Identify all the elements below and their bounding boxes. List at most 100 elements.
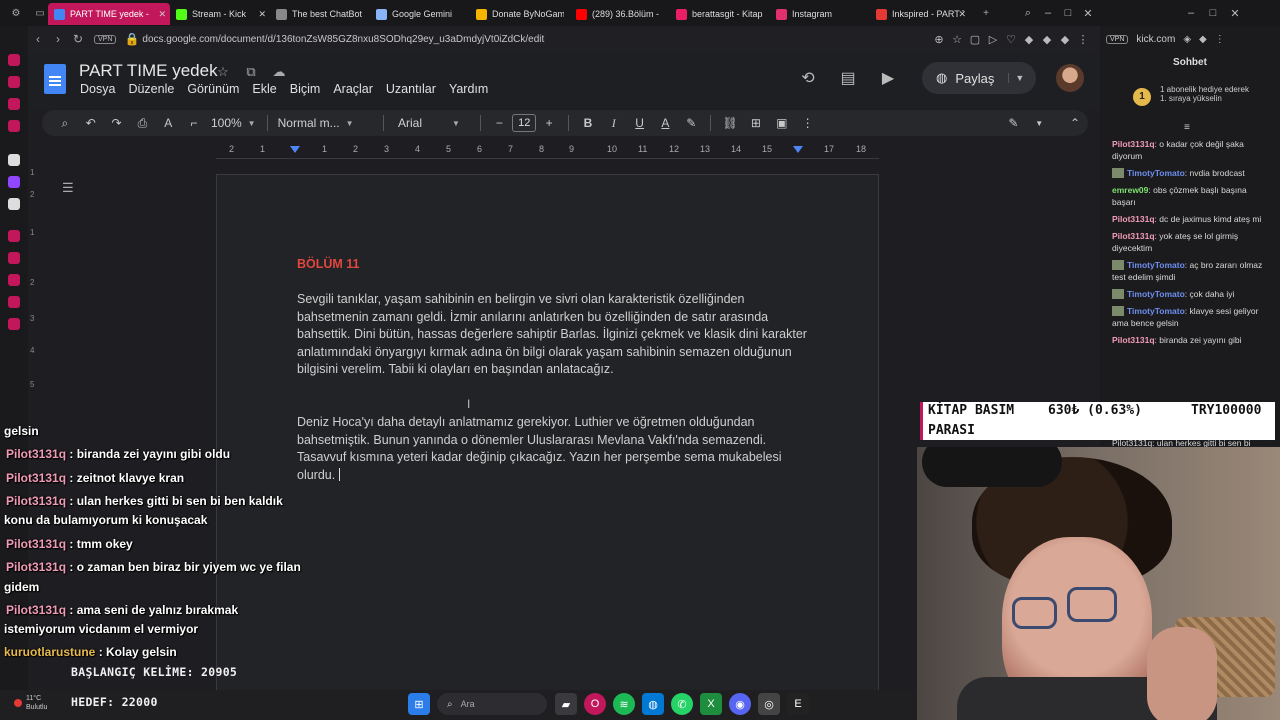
menu-tools[interactable]: Araçlar (333, 82, 373, 96)
extension-icon[interactable]: ◆ (1038, 33, 1056, 46)
avatar[interactable] (1056, 64, 1084, 92)
chat-username[interactable]: Pilot3131q (1112, 214, 1155, 224)
meet-icon[interactable]: ▶ (868, 68, 908, 88)
zoom-icon[interactable]: ⊕ (930, 33, 948, 46)
minimize-icon[interactable]: – (1038, 7, 1058, 19)
spotify-icon[interactable]: ≋ (613, 693, 635, 715)
close-window-icon[interactable]: ✕ (1224, 7, 1246, 20)
chat-username[interactable]: TimotyTomato (1127, 260, 1185, 270)
history-icon[interactable]: ⟲ (788, 68, 828, 88)
docs-logo-icon[interactable] (44, 64, 66, 94)
extension-icon[interactable]: ◆ (1056, 33, 1074, 46)
tab-donate[interactable]: Donate ByNoGam (470, 3, 570, 25)
highlight-icon[interactable]: ✎ (678, 116, 704, 130)
heart-icon[interactable]: ♡ (1002, 33, 1020, 46)
pin-icon[interactable]: ≡ (1184, 122, 1190, 133)
whatsapp-icon[interactable]: ✆ (671, 693, 693, 715)
extension-icon[interactable]: ◆ (1199, 34, 1207, 45)
tab-instagram[interactable]: Instagram (770, 3, 870, 25)
sidebar-app-icon[interactable] (8, 76, 20, 88)
reload-icon[interactable]: ↻ (68, 32, 88, 46)
minimize-icon[interactable]: – (1180, 7, 1202, 19)
chat-username[interactable]: Pilot3131q (1112, 231, 1155, 241)
chevron-down-icon[interactable]: ▼ (1026, 119, 1052, 128)
menu-edit[interactable]: Düzenle (128, 82, 174, 96)
style-select[interactable]: Normal m... ▼ (278, 116, 377, 130)
tab-gemini[interactable]: Google Gemini (370, 3, 470, 25)
document-title[interactable]: PART TIME yedek (79, 61, 218, 81)
zoom-select[interactable]: 100% ▼ (211, 116, 261, 130)
edit-mode-icon[interactable]: ✎ (1000, 116, 1026, 130)
link-icon[interactable]: ⛓ (717, 116, 743, 130)
sidebar-app-icon[interactable] (8, 98, 20, 110)
menu-extensions[interactable]: Uzantılar (386, 82, 436, 96)
chat-username[interactable]: emrew09 (1112, 185, 1148, 195)
menu-help[interactable]: Yardım (449, 82, 488, 96)
maximize-icon[interactable]: □ (1202, 7, 1224, 19)
close-icon[interactable]: ✕ (258, 9, 266, 20)
excel-icon[interactable]: X (700, 693, 722, 715)
sidebar-toggle-icon[interactable]: ⚙ (8, 0, 24, 26)
weather-widget[interactable]: 11°C Bulutlu (14, 694, 47, 712)
new-tab-icon[interactable]: + (978, 0, 994, 26)
menu-file[interactable]: Dosya (80, 82, 115, 96)
redo-icon[interactable]: ↷ (104, 116, 130, 130)
chat-username[interactable]: Pilot3131q (1112, 335, 1155, 345)
close-icon[interactable]: ✕ (158, 9, 166, 20)
discord-icon[interactable]: ◉ (729, 693, 751, 715)
left-indent-marker[interactable] (290, 146, 300, 153)
vpn-badge[interactable]: VPN (94, 34, 117, 44)
chat-username[interactable]: TimotyTomato (1127, 168, 1185, 178)
underline-icon[interactable]: U (627, 116, 653, 130)
maximize-icon[interactable]: □ (1058, 7, 1078, 19)
document-outline-icon[interactable]: ☰ (62, 180, 74, 196)
chat-domain[interactable]: kick.com (1136, 34, 1175, 45)
tab-chatbot[interactable]: The best ChatBot (270, 3, 370, 25)
spellcheck-icon[interactable]: A (155, 116, 181, 130)
move-folder-icon[interactable]: ⧉ (241, 64, 261, 80)
sidebar-app-icon[interactable] (8, 154, 20, 166)
menu-insert[interactable]: Ekle (252, 82, 276, 96)
vpn-badge[interactable]: VPN (1106, 34, 1129, 44)
twitch-icon[interactable] (8, 176, 20, 188)
search-menus-icon[interactable]: ⌕ (52, 116, 78, 131)
collapse-icon[interactable]: ⌃ (1062, 116, 1088, 130)
tab-inkspired[interactable]: Inkspired - PART T ✕ (870, 3, 970, 25)
font-select[interactable]: Arial ▼ (398, 116, 474, 130)
chat-username[interactable]: Pilot3131q (1112, 139, 1155, 149)
undo-icon[interactable]: ↶ (78, 116, 104, 130)
tab-docs[interactable]: PART TIME yedek - Goog ✕ (48, 3, 170, 25)
sidebar-app-icon[interactable] (8, 54, 20, 66)
right-indent-marker[interactable] (793, 146, 803, 153)
add-comment-icon[interactable]: ⊞ (743, 116, 769, 130)
screenshot-icon[interactable]: ▢ (966, 33, 984, 46)
insert-image-icon[interactable]: ▣ (769, 116, 795, 130)
extension-icon[interactable]: ◆ (1020, 33, 1038, 46)
settings-icon[interactable] (8, 318, 20, 330)
paint-format-icon[interactable]: ⌐ (181, 116, 207, 130)
share-button[interactable]: ◍ Paylaş ▼ (922, 62, 1036, 94)
back-icon[interactable]: ‹ (28, 32, 48, 46)
font-size-input[interactable]: 12 (512, 114, 537, 132)
url-field[interactable]: docs.google.com/document/d/136tonZsW85GZ… (142, 34, 544, 45)
controller-icon[interactable]: ◍ (642, 693, 664, 715)
close-icon[interactable]: ✕ (958, 9, 966, 20)
menu-icon[interactable]: ⋮ (1215, 34, 1225, 45)
workspace-icon[interactable]: ▭ (32, 0, 48, 26)
tab-kick[interactable]: Stream - Kick ✕ (170, 3, 270, 25)
menu-view[interactable]: Görünüm (187, 82, 239, 96)
print-icon[interactable]: ⎙ (129, 116, 155, 131)
sidebar-app-icon[interactable] (8, 120, 20, 132)
text-color-icon[interactable]: A (653, 116, 679, 130)
close-window-icon[interactable]: ✕ (1078, 7, 1098, 20)
bold-icon[interactable]: B (575, 116, 601, 130)
obs-icon[interactable]: ◎ (758, 693, 780, 715)
file-explorer-icon[interactable]: ▰ (555, 693, 577, 715)
cloud-saved-icon[interactable]: ☁ (269, 64, 289, 80)
sidebar-app-icon[interactable] (8, 230, 20, 242)
sidebar-app-icon[interactable] (8, 252, 20, 264)
forward-icon[interactable]: › (48, 32, 68, 46)
italic-icon[interactable]: I (601, 116, 627, 131)
epic-games-icon[interactable]: E (787, 693, 809, 715)
chat-username[interactable]: TimotyTomato (1127, 306, 1185, 316)
